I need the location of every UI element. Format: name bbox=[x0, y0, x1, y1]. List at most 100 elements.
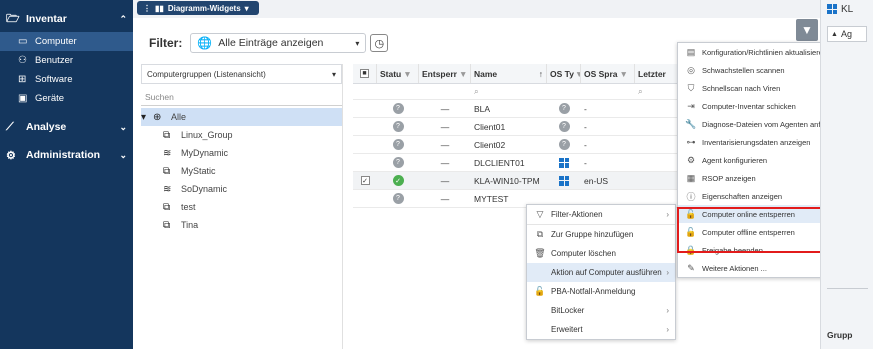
filter-icon[interactable]: ▼ bbox=[459, 69, 467, 79]
menu-item-filter-actions[interactable]: ▽ Filter-Aktionen › bbox=[527, 205, 675, 224]
groups-view-select[interactable]: Computergruppen (Listenansicht) ▾ bbox=[141, 64, 342, 84]
status-unknown-icon: ? bbox=[392, 121, 404, 132]
os-unknown-icon: ? bbox=[558, 139, 570, 150]
chart-icon: ⟋ bbox=[6, 120, 14, 133]
tree-item-label: MyStatic bbox=[181, 166, 216, 176]
wrench-icon: 🔧 bbox=[685, 118, 697, 129]
table-row[interactable]: ? — Client01 ? - bbox=[353, 118, 683, 136]
filter-icon: ▽ bbox=[536, 209, 544, 219]
collapse-icon: ▾ bbox=[141, 111, 147, 123]
column-header-last[interactable]: Letzter bbox=[635, 64, 683, 83]
column-label: OS Spra bbox=[584, 68, 618, 79]
filter-icon[interactable]: ▼ bbox=[403, 69, 411, 79]
advanced-filter-button[interactable]: ▼ bbox=[796, 19, 818, 41]
column-header-status[interactable]: Statu ▼ bbox=[377, 64, 419, 83]
table-row[interactable]: ✓ ✓ — KLA-WIN10-TPM en-US bbox=[353, 172, 683, 190]
column-header-lock[interactable]: Entsperr ▼ bbox=[419, 64, 471, 83]
tree-item-mystatic[interactable]: ⧉ MyStatic bbox=[141, 162, 342, 180]
sidebar-item-computer[interactable]: ▭ Computer bbox=[0, 32, 133, 51]
edit-icon: ✎ bbox=[687, 262, 695, 273]
filter-icon[interactable]: ▼ bbox=[620, 69, 628, 79]
top-bar: ⋮ ▮▮ Diagramm-Widgets ▾ bbox=[133, 0, 820, 18]
right-panel-tree-node[interactable]: ▲ Ag bbox=[827, 26, 867, 42]
config-icon: ▤ bbox=[686, 46, 696, 57]
table-row[interactable]: ? — Client02 ? - bbox=[353, 136, 683, 154]
chart-widgets-button[interactable]: ⋮ ▮▮ Diagramm-Widgets ▾ bbox=[137, 1, 259, 15]
filter-select[interactable]: 🌐 Alle Einträge anzeigen ▾ bbox=[190, 33, 367, 53]
tree-item-sodynamic[interactable]: ≋ SoDynamic bbox=[141, 180, 342, 198]
nav-inventar[interactable]: 🗁 Inventar ⌃ bbox=[0, 8, 133, 30]
computer-name: Client01 bbox=[474, 121, 506, 132]
filter-icon: ▼ bbox=[801, 23, 813, 37]
nav-analyse[interactable]: ⟋ Analyse ⌄ bbox=[0, 116, 133, 138]
users-icon: ⚇ bbox=[18, 55, 27, 66]
select-all-checkbox[interactable]: ■ bbox=[360, 69, 369, 78]
computer-group-icon: ⧉ bbox=[163, 165, 171, 177]
chevron-right-icon: › bbox=[666, 210, 669, 219]
groups-search-input[interactable]: Suchen bbox=[141, 92, 342, 106]
menu-item-pba-login[interactable]: 🔓 PBA-Notfall-Anmeldung bbox=[527, 282, 675, 301]
menu-item-delete-computer[interactable]: 🗑 Computer löschen bbox=[527, 244, 675, 263]
nav-administration[interactable]: ⚙ Administration ⌄ bbox=[0, 144, 133, 166]
menu-item-bitlocker[interactable]: BitLocker › bbox=[527, 301, 675, 320]
computer-name: DLCLIENT01 bbox=[474, 157, 525, 168]
tree-item-test[interactable]: ⧉ test bbox=[141, 198, 342, 216]
tree-item-label: Tina bbox=[181, 220, 199, 230]
menu-item-label: RSOP anzeigen bbox=[702, 173, 756, 183]
table-row[interactable]: ? — DLCLIENT01 - bbox=[353, 154, 683, 172]
sidebar-item-label: Geräte bbox=[35, 93, 65, 104]
add-group-icon: ⧉ bbox=[536, 229, 544, 239]
info-icon: ⓘ bbox=[686, 191, 696, 202]
menu-item-run-action[interactable]: Aktion auf Computer ausführen › bbox=[527, 263, 675, 282]
sidebar-item-benutzer[interactable]: ⚇ Benutzer bbox=[0, 51, 133, 70]
tree-item-label: SoDynamic bbox=[181, 184, 228, 194]
table-header: ■ Statu▼ Entsperr▼ Name↑ OS Ty▼ OS Spra▼… bbox=[353, 64, 683, 84]
tree-item-alle[interactable]: ▾ ⊕ Alle bbox=[141, 108, 342, 126]
menu-item-label: Computer-Inventar schicken bbox=[702, 101, 796, 111]
groups-view-label: Computergruppen (Listenansicht) bbox=[147, 69, 266, 79]
filter-label: Filter: bbox=[149, 36, 183, 50]
tree-item-mydynamic[interactable]: ≋ MyDynamic bbox=[141, 144, 342, 162]
lock-status: — bbox=[440, 175, 450, 186]
menu-dots-icon: ⋮ bbox=[143, 3, 151, 13]
tree-item-tina[interactable]: ⧉ Tina bbox=[141, 216, 342, 234]
column-label: Name bbox=[474, 68, 498, 79]
menu-item-label: Zur Gruppe hinzufügen bbox=[551, 230, 634, 239]
computer-name: KLA-WIN10-TPM bbox=[474, 175, 540, 186]
menu-item-add-to-group[interactable]: ⧉ Zur Gruppe hinzufügen bbox=[527, 225, 675, 244]
column-header-name[interactable]: Name ↑ bbox=[471, 64, 547, 83]
menu-item-label: Konfiguration/Richtlinien aktualisieren bbox=[702, 47, 828, 57]
admin-icon: ⚙ bbox=[6, 149, 16, 162]
row-checkbox[interactable]: ✓ bbox=[360, 176, 370, 185]
chevron-right-icon: › bbox=[666, 306, 669, 315]
nav-administration-label: Administration bbox=[26, 149, 101, 161]
table-row[interactable]: ? — BLA ? - bbox=[353, 100, 683, 118]
chevron-down-icon: ⌄ bbox=[119, 121, 127, 132]
sidebar-item-geraete[interactable]: ▣ Geräte bbox=[0, 89, 133, 108]
history-button[interactable]: ◷ bbox=[370, 34, 389, 52]
computer-name: BLA bbox=[474, 103, 491, 114]
name-filter-input[interactable]: ⌕ bbox=[471, 84, 547, 99]
column-header-os-lang[interactable]: OS Spra ▼ bbox=[581, 64, 635, 83]
nav-inventar-label: Inventar bbox=[26, 13, 67, 25]
select-all-checkbox-col[interactable]: ■ bbox=[353, 64, 377, 83]
software-icon: ⊞ bbox=[18, 74, 27, 85]
menu-item-label: BitLocker bbox=[551, 306, 585, 315]
computer-group-icon: ⧉ bbox=[163, 201, 171, 213]
menu-item-label: Agent konfigurieren bbox=[702, 155, 768, 165]
sidebar-item-label: Computer bbox=[35, 36, 77, 47]
last-filter-input[interactable]: ⌕ bbox=[635, 84, 683, 99]
sidebar-item-software[interactable]: ⊞ Software bbox=[0, 70, 133, 89]
os-language: - bbox=[584, 121, 587, 132]
menu-item-label: Computer löschen bbox=[551, 249, 616, 258]
rsop-icon: ▦ bbox=[686, 172, 696, 183]
column-label: Statu bbox=[380, 68, 402, 79]
status-unknown-icon: ? bbox=[392, 157, 404, 168]
tree-item-linux-group[interactable]: ⧉ Linux_Group bbox=[141, 126, 342, 144]
sidebar-item-label: Benutzer bbox=[35, 55, 74, 66]
menu-item-advanced[interactable]: Erweitert › bbox=[527, 320, 675, 339]
context-menu: ▽ Filter-Aktionen › ⧉ Zur Gruppe hinzufü… bbox=[526, 204, 676, 340]
menu-item-label: Eigenschaften anzeigen bbox=[702, 191, 783, 201]
menu-item-label: Aktion auf Computer ausführen bbox=[551, 268, 662, 277]
column-header-os-type[interactable]: OS Ty▼ bbox=[547, 64, 581, 83]
